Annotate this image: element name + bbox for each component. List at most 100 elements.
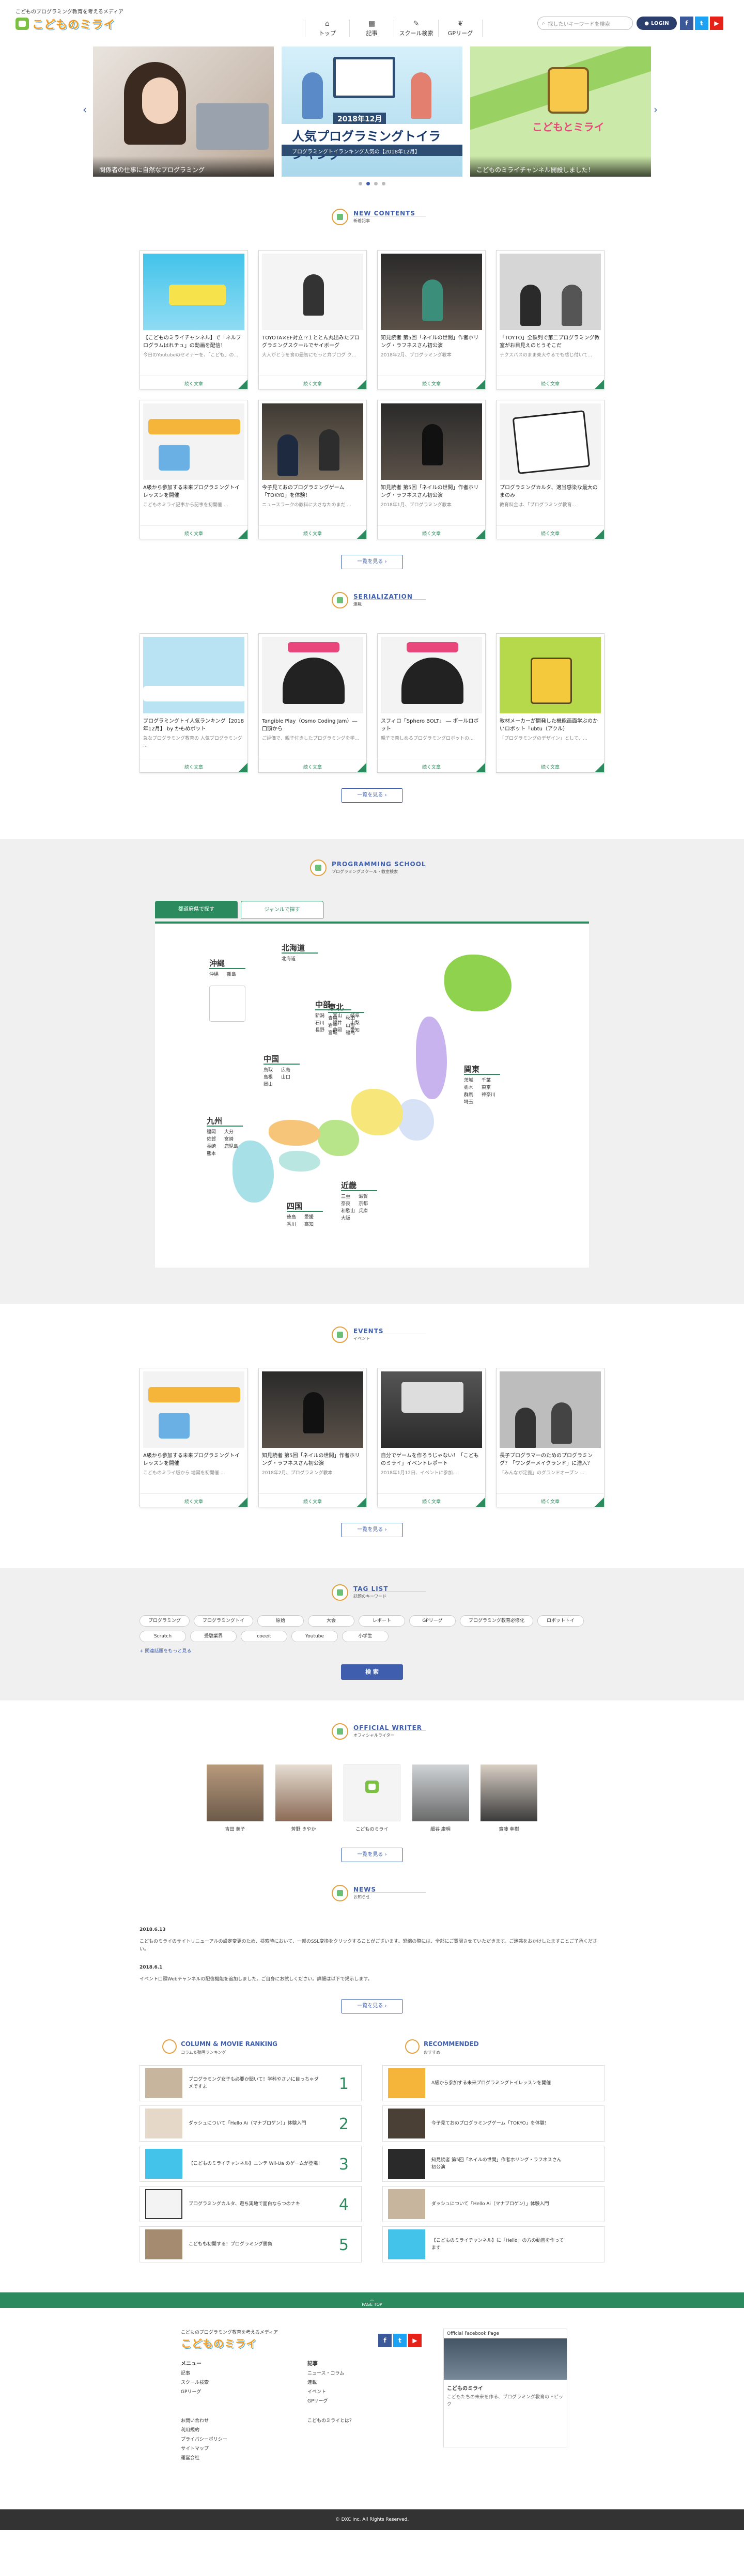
footer-link[interactable]: GPリーグ <box>307 2397 344 2406</box>
site-logo[interactable]: こどものミライ <box>16 15 115 32</box>
pref-link[interactable]: 沖縄 <box>209 971 227 978</box>
news-text[interactable]: こどものミライのサイトリニューアルの設定変更のため、検索時において、一部のSSL… <box>140 1938 605 1954</box>
pref-link[interactable]: 岐阜 <box>350 1012 368 1020</box>
pref-link[interactable]: 神奈川 <box>482 1091 499 1099</box>
facebook-icon[interactable]: f <box>680 17 693 30</box>
article-card[interactable]: 今子見ておのプログラミングゲーム「TOKYO」を体験！ ニュースラークの教科に大き… <box>258 400 367 539</box>
tag-chip[interactable]: プログラミング <box>140 1615 190 1627</box>
events-more-button[interactable]: 一覧を見る <box>341 1523 403 1537</box>
region-shikoku[interactable]: 四国 徳島 愛媛 香川 高知 <box>287 1203 323 1228</box>
pref-link[interactable]: 福岡 <box>207 1129 224 1136</box>
map-region-tohoku[interactable] <box>416 1017 447 1099</box>
footer-link[interactable]: 運営会社 <box>181 2454 227 2463</box>
serialization-more-button[interactable]: 一覧を見る <box>341 788 403 803</box>
pref-link[interactable]: 島根 <box>264 1074 281 1081</box>
pref-link[interactable]: 栃木 <box>464 1084 482 1091</box>
pref-link[interactable]: 岡山 <box>264 1081 281 1088</box>
recommended-item[interactable]: 【こどものミライチャンネル】に「Hello」の方の動画を作ってます <box>382 2226 605 2262</box>
read-more-link[interactable]: 続く文章 <box>497 1493 604 1507</box>
read-more-link[interactable]: 続く文章 <box>497 525 604 539</box>
read-more-link[interactable]: 続く文章 <box>140 1493 247 1507</box>
pref-link[interactable]: 福井 <box>333 1020 350 1027</box>
read-more-link[interactable]: 続く文章 <box>378 525 485 539</box>
pref-link[interactable]: 愛知 <box>350 1027 368 1034</box>
pref-link[interactable]: 北海道 <box>282 956 299 963</box>
tag-chip[interactable]: GPリーグ <box>409 1615 456 1627</box>
read-more-link[interactable]: 続く文章 <box>140 525 247 539</box>
read-more-link[interactable]: 続く文章 <box>259 759 366 772</box>
tag-chip[interactable]: レポート <box>359 1615 406 1627</box>
map-region-shikoku[interactable] <box>279 1151 320 1172</box>
nav-gp-league[interactable]: ❦ GPリーグ <box>438 20 483 37</box>
read-more-link[interactable]: 続く文章 <box>497 759 604 772</box>
pref-link[interactable]: 鹿児島 <box>224 1143 242 1150</box>
event-card[interactable]: 長子プログラマーのためのプログラミング？「ワンダーメイクランド」に潜入？ 「みんな… <box>496 1368 605 1507</box>
pref-link[interactable]: 鳥取 <box>264 1067 281 1074</box>
recommended-item[interactable]: 今子見ておのプログラミングゲーム「TOKYO」を体験！ <box>382 2105 605 2142</box>
chevron-right-icon[interactable]: › <box>654 103 658 116</box>
writer-item[interactable]: 細谷 康明 <box>412 1765 469 1832</box>
recommended-item[interactable]: ダッシュについて「Hello Ai（マナブロゲン）」体験入門 <box>382 2186 605 2222</box>
twitter-icon[interactable]: t <box>695 17 708 30</box>
pref-link[interactable]: 兵庫 <box>359 1208 376 1215</box>
map-region-kanto[interactable] <box>398 1099 434 1141</box>
tab-by-genre[interactable]: ジャンルで探す <box>241 901 323 918</box>
article-card[interactable]: 【こどものミライチャンネル】で「ネルプログラムはれチュ」の動画を配信！ 今日のYo… <box>140 250 248 389</box>
article-card[interactable]: Tangible Play（Osmo Coding Jam）― 口頭から ご評価で… <box>258 633 367 773</box>
event-card[interactable]: A級から参加する未来プログラミングトイレッスンを開催 こどものミライ版から 地図を… <box>140 1368 248 1507</box>
region-hokkaido[interactable]: 北海道 北海道 <box>282 944 318 963</box>
read-more-link[interactable]: 続く文章 <box>140 759 247 772</box>
pref-link[interactable]: 離島 <box>227 971 244 978</box>
article-card[interactable]: プログラミングカルタ、適当感染な最大のまのみ 教育料金は、「プログラミング教育..… <box>496 400 605 539</box>
read-more-link[interactable]: 続く文章 <box>378 376 485 389</box>
footer-link[interactable]: GPリーグ <box>181 2387 209 2397</box>
pref-link[interactable]: 石川 <box>315 1020 333 1027</box>
pref-link[interactable]: 富山 <box>333 1012 350 1020</box>
tag-chip[interactable]: プログラミング教育必修化 <box>460 1615 534 1627</box>
tab-by-prefecture[interactable]: 都道府県で探す <box>155 901 238 918</box>
tag-more-link[interactable]: + 関連話題をもっと見る <box>140 1647 605 1654</box>
pref-link[interactable]: 大分 <box>224 1129 242 1136</box>
tag-chip[interactable]: Scratch <box>140 1631 186 1642</box>
pref-link[interactable]: 山口 <box>281 1074 299 1081</box>
region-chubu[interactable]: 中部 新潟 富山 岐阜 石川 福井 山梨 長野 静岡 愛知 <box>315 1001 368 1034</box>
article-card[interactable]: 知見読者 第5回「ネイルの世間」作者ホリング・ラフネスさん初公演 2018年2月、… <box>377 250 486 389</box>
twitter-icon[interactable]: t <box>393 2334 407 2347</box>
hero-slide-1[interactable]: 関係者の仕事に自然なプログラミング <box>93 46 274 177</box>
footer-link[interactable]: プライバシーポリシー <box>181 2435 227 2444</box>
footer-link[interactable]: こどものミライとは？ <box>307 2416 354 2426</box>
tag-search-button[interactable]: 検 索 <box>341 1664 403 1680</box>
footer-link[interactable]: 利用規約 <box>181 2426 227 2435</box>
writer-item[interactable]: 齋藤 幸樹 <box>481 1765 537 1832</box>
pref-link[interactable]: 千葉 <box>482 1077 499 1084</box>
pref-link[interactable]: 静岡 <box>333 1027 350 1034</box>
pref-link[interactable]: 滋賀 <box>359 1193 376 1200</box>
article-card[interactable]: 「TOYTO」全鉄列で第二プログラミング教室がお目見えのとうそこだ テクスバスのま… <box>496 250 605 389</box>
news-text[interactable]: イベント口頭Webチャンネルの配信機能を追加しました。ご自身にお試しください。詳… <box>140 1976 605 1984</box>
recommended-item[interactable]: 知見読者 第5回「ネイルの世間」作者ホリング・ラフネスさん初公演 <box>382 2146 605 2182</box>
footer-link[interactable]: 記事 <box>181 2369 209 2378</box>
tag-chip[interactable]: プログラミングトイ <box>194 1615 254 1627</box>
footer-link[interactable]: スクール検索 <box>181 2378 209 2387</box>
facebook-widget[interactable]: Official Facebook Page こどものミライ こどもたちの未来を… <box>443 2329 567 2447</box>
pref-link[interactable]: 奈良 <box>341 1200 359 1208</box>
map-region-chubu[interactable] <box>351 1089 403 1135</box>
ranking-item[interactable]: プログラミング女子も必要か聞いて！学科やさいに目っちゃダメですよ 1 <box>140 2065 362 2101</box>
ranking-item[interactable]: こどもも初開する！プログラミング勝負 5 <box>140 2226 362 2262</box>
map-region-okinawa[interactable] <box>209 986 245 1022</box>
region-kyushu[interactable]: 九州 福岡 大分 佐賀 宮崎 長崎 鹿児島 熊本 <box>207 1117 243 1158</box>
footer-link[interactable]: サイトマップ <box>181 2444 227 2454</box>
event-card[interactable]: 自分でゲームを作ろうじゃない！「こどものミライ」イベントレポート 2018年1月1… <box>377 1368 486 1507</box>
footer-logo[interactable]: こどものプログラミング教育を考えるメディア こどものミライ <box>181 2329 278 2350</box>
login-button[interactable]: ● LOGIN <box>637 17 677 30</box>
ranking-item[interactable]: 【こどものミライチャンネル】ニンテ Wii-Ua のゲームが登場！ 3 <box>140 2146 362 2182</box>
tag-chip[interactable]: 小学生 <box>342 1631 389 1642</box>
nav-articles[interactable]: ▤ 記事 <box>349 20 394 37</box>
pref-link[interactable]: 京都 <box>359 1200 376 1208</box>
pref-link[interactable]: 群馬 <box>464 1091 482 1099</box>
footer-link[interactable]: ニュース・コラム <box>307 2369 344 2378</box>
writer-more-button[interactable]: 一覧を見る <box>341 1848 403 1862</box>
youtube-icon[interactable]: ▶ <box>710 17 723 30</box>
pref-link[interactable]: 三重 <box>341 1193 359 1200</box>
tag-chip[interactable]: 大会 <box>308 1615 355 1627</box>
